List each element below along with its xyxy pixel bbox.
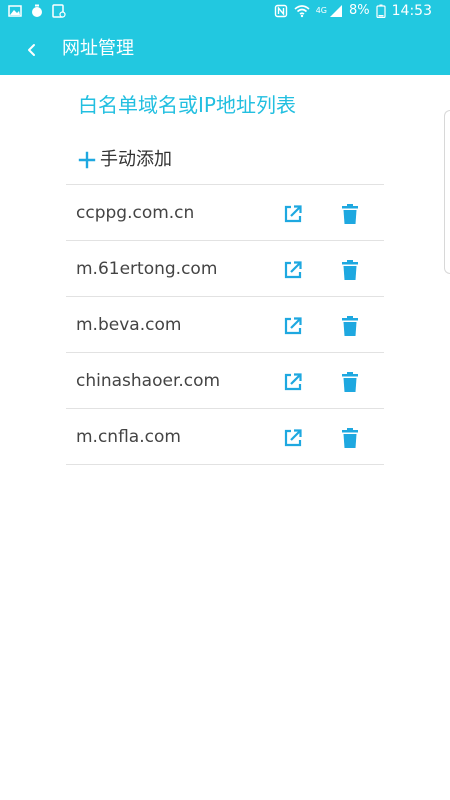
status-bar-right: 4G 8% 14:53 — [274, 3, 432, 19]
manual-add-button[interactable]: 手动添加 — [78, 146, 172, 174]
network-type: 4G — [315, 6, 328, 15]
timer-icon — [32, 4, 42, 17]
list-item: m.beva.com — [66, 297, 384, 353]
back-button[interactable] — [18, 36, 46, 64]
whitelist-heading: 白名单域名或IP地址列表 — [78, 93, 296, 117]
list-item: m.cnfla.com — [66, 409, 384, 465]
battery-icon — [376, 4, 386, 18]
domain-name: m.cnfla.com — [76, 427, 181, 447]
external-link-icon[interactable] — [282, 259, 304, 281]
screen: 4G 8% 14:53 网址管理 白名单域名或IP地址列表 手动添加 ccppg… — [0, 0, 450, 800]
page-title: 网址管理 — [62, 38, 134, 59]
external-link-icon[interactable] — [282, 371, 304, 393]
domain-name: m.beva.com — [76, 315, 182, 335]
list-item: chinashaoer.com — [66, 353, 384, 409]
external-link-icon[interactable] — [282, 427, 304, 449]
battery-percent: 8% — [349, 3, 370, 18]
wifi-icon — [294, 5, 310, 18]
status-bar-left — [8, 4, 66, 18]
app-bar: 网址管理 — [0, 24, 450, 75]
domain-name: chinashaoer.com — [76, 371, 221, 391]
plus-icon — [78, 151, 96, 169]
nfc-icon — [274, 4, 287, 18]
screenshot-icon — [52, 4, 66, 18]
list-item: ccppg.com.cn — [66, 185, 384, 241]
signal-icon — [330, 5, 343, 17]
edge-panel-handle[interactable] — [444, 110, 450, 274]
domain-name: m.61ertong.com — [76, 259, 218, 279]
clock: 14:53 — [391, 3, 432, 19]
trash-icon[interactable] — [340, 203, 360, 225]
domain-name: ccppg.com.cn — [76, 203, 195, 223]
manual-add-label: 手动添加 — [100, 149, 172, 170]
list-item: m.61ertong.com — [66, 241, 384, 297]
external-link-icon[interactable] — [282, 203, 304, 225]
external-link-icon[interactable] — [282, 315, 304, 337]
chevron-left-icon — [28, 44, 35, 56]
status-bar: 4G 8% 14:53 — [0, 0, 450, 24]
trash-icon[interactable] — [340, 315, 360, 337]
gallery-icon — [8, 5, 22, 17]
domain-list: ccppg.com.cn m.61ertong.com m.beva.com c… — [66, 184, 384, 465]
trash-icon[interactable] — [340, 259, 360, 281]
trash-icon[interactable] — [340, 371, 360, 393]
trash-icon[interactable] — [340, 427, 360, 449]
